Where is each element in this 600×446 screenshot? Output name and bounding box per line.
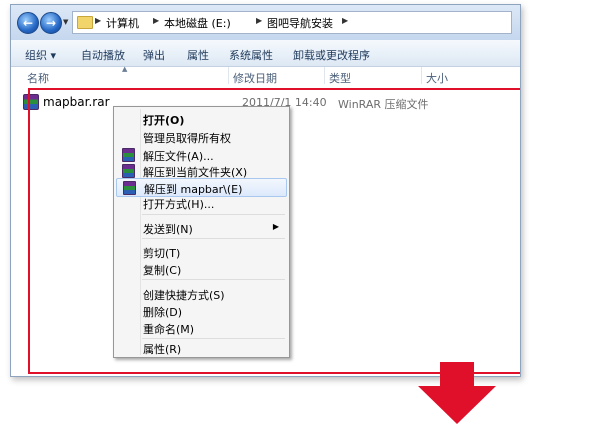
breadcrumb-separator-icon[interactable]: ▶ — [153, 16, 159, 25]
menu-separator — [142, 279, 285, 280]
menu-item-extract-files[interactable]: 解压文件(A)... — [116, 146, 285, 163]
menu-item-open-with[interactable]: 打开方式(H)... — [116, 194, 285, 211]
menu-item-label: 创建快捷方式(S) — [143, 289, 225, 302]
uninstall-program-button[interactable]: 卸载或更改程序 — [293, 47, 370, 63]
menu-item-label: 复制(C) — [143, 264, 182, 277]
autoplay-button[interactable]: 自动播放 — [81, 47, 125, 63]
menu-item-delete[interactable]: 删除(D) — [116, 302, 285, 319]
back-button-icon[interactable]: ← — [17, 12, 39, 34]
forward-button-icon[interactable]: → — [40, 12, 62, 34]
menu-item-open[interactable]: 打开(O) — [116, 110, 285, 127]
column-type[interactable]: 类型 — [329, 70, 351, 86]
command-bar: 组织 ▾ 自动播放 弹出 属性 系统属性 卸载或更改程序 — [11, 40, 520, 67]
properties-button[interactable]: 属性 — [187, 47, 209, 63]
menu-item-create-shortcut[interactable]: 创建快捷方式(S) — [116, 285, 285, 302]
column-name[interactable]: 名称 — [27, 70, 49, 86]
column-modified[interactable]: 修改日期 — [233, 70, 277, 86]
sort-ascending-icon: ▲ — [122, 65, 128, 73]
menu-item-label: 属性(R) — [143, 343, 182, 356]
explorer-window: ← → ▼ ▶ 计算机 ▶ 本地磁盘 (E:) ▶ 图吧导航安装 ▶ 组织 ▾ … — [10, 4, 521, 377]
submenu-arrow-icon: ▶ — [272, 222, 279, 231]
menu-item-label: 管理员取得所有权 — [143, 132, 231, 145]
menu-item-label: 剪切(T) — [143, 247, 181, 260]
column-divider[interactable] — [228, 67, 229, 84]
menu-item-label: 删除(D) — [143, 306, 183, 319]
recent-pages-chevron-icon[interactable]: ▼ — [63, 18, 68, 26]
column-divider[interactable] — [421, 67, 422, 84]
menu-item-label: 重命名(M) — [143, 323, 195, 336]
winrar-icon — [122, 148, 135, 162]
address-bar-area: ← → ▼ ▶ 计算机 ▶ 本地磁盘 (E:) ▶ 图吧导航安装 ▶ — [11, 5, 520, 40]
menu-item-copy[interactable]: 复制(C) — [116, 260, 285, 277]
breadcrumb-separator-icon[interactable]: ▶ — [95, 16, 101, 25]
breadcrumb-separator-icon[interactable]: ▶ — [342, 16, 348, 25]
column-header-row: ▲ 名称 修改日期 类型 大小 — [11, 65, 520, 86]
down-arrow-icon — [418, 362, 496, 424]
menu-item-cut[interactable]: 剪切(T) — [116, 243, 285, 260]
folder-icon — [77, 16, 93, 29]
menu-item-label: 发送到(N) — [143, 223, 193, 236]
menu-item-take-ownership[interactable]: 管理员取得所有权 — [116, 128, 285, 145]
organize-button[interactable]: 组织 ▾ — [25, 47, 56, 63]
winrar-icon — [122, 164, 135, 178]
context-menu: 打开(O) 管理员取得所有权 解压文件(A)... 解压到当前文件夹(X) 解压… — [113, 106, 290, 358]
address-box[interactable]: ▶ 计算机 ▶ 本地磁盘 (E:) ▶ 图吧导航安装 ▶ — [72, 11, 512, 34]
menu-item-properties[interactable]: 属性(R) — [116, 339, 285, 356]
column-size[interactable]: 大小 — [426, 70, 448, 86]
menu-item-label: 打开(O) — [143, 114, 185, 127]
breadcrumb-computer[interactable]: 计算机 — [106, 15, 139, 31]
system-properties-button[interactable]: 系统属性 — [229, 47, 273, 63]
menu-item-send-to[interactable]: 发送到(N) ▶ — [116, 219, 285, 236]
eject-button[interactable]: 弹出 — [143, 47, 165, 63]
menu-item-extract-here[interactable]: 解压到当前文件夹(X) — [116, 162, 285, 179]
column-divider[interactable] — [324, 67, 325, 84]
winrar-icon — [123, 181, 136, 195]
breadcrumb-folder[interactable]: 图吧导航安装 — [267, 15, 333, 31]
menu-separator — [142, 238, 285, 239]
breadcrumb-separator-icon[interactable]: ▶ — [256, 16, 262, 25]
menu-separator — [142, 214, 285, 215]
breadcrumb-local-disk[interactable]: 本地磁盘 (E:) — [164, 15, 231, 31]
menu-item-rename[interactable]: 重命名(M) — [116, 319, 285, 336]
menu-item-label: 打开方式(H)... — [143, 198, 215, 211]
